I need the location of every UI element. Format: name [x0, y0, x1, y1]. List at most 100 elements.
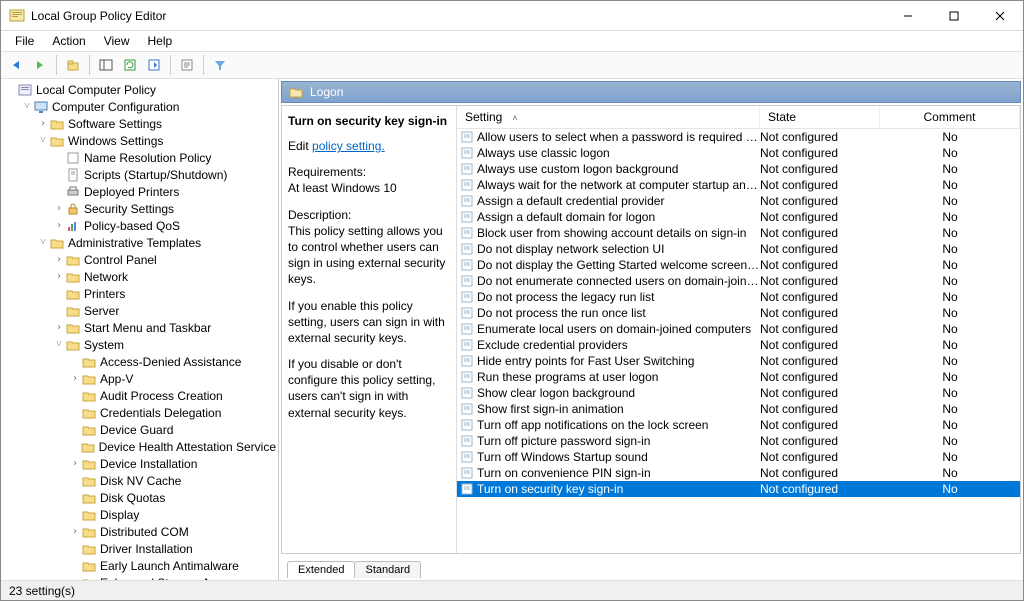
expand-icon[interactable]: › — [53, 203, 65, 214]
setting-row[interactable]: Block user from showing account details … — [457, 225, 1020, 241]
folder-icon — [65, 286, 81, 302]
show-hide-tree-button[interactable] — [95, 54, 117, 76]
policy-item-icon — [457, 403, 477, 415]
maximize-button[interactable] — [931, 1, 977, 31]
tree-system-item[interactable]: ›App-V — [67, 370, 278, 387]
tab-standard[interactable]: Standard — [354, 561, 421, 578]
up-button[interactable] — [62, 54, 84, 76]
folder-icon — [81, 558, 97, 574]
tree-admin-templates[interactable]: ˅Administrative Templates — [35, 234, 278, 251]
setting-row[interactable]: Always wait for the network at computer … — [457, 177, 1020, 193]
expand-icon[interactable]: › — [53, 322, 65, 333]
tree-root[interactable]: Local Computer Policy — [3, 81, 278, 98]
menu-view[interactable]: View — [96, 32, 138, 50]
menu-file[interactable]: File — [7, 32, 42, 50]
setting-row[interactable]: Do not process the run once listNot conf… — [457, 305, 1020, 321]
properties-button[interactable] — [176, 54, 198, 76]
tree-system-item[interactable]: ›Distributed COM — [67, 523, 278, 540]
expand-icon[interactable]: › — [53, 220, 65, 231]
tree-deployed-printers[interactable]: Deployed Printers — [51, 183, 278, 200]
expand-icon[interactable]: › — [53, 271, 65, 282]
tree-system-item[interactable]: Early Launch Antimalware — [67, 557, 278, 574]
expand-icon[interactable]: › — [69, 458, 81, 469]
setting-row[interactable]: Assign a default credential providerNot … — [457, 193, 1020, 209]
setting-row[interactable]: Show first sign-in animationNot configur… — [457, 401, 1020, 417]
setting-row[interactable]: Turn off app notifications on the lock s… — [457, 417, 1020, 433]
tree-network[interactable]: ›Network — [51, 268, 278, 285]
tree-software-settings[interactable]: ›Software Settings — [35, 115, 278, 132]
forward-button[interactable] — [29, 54, 51, 76]
setting-row[interactable]: Turn off picture password sign-inNot con… — [457, 433, 1020, 449]
back-button[interactable] — [5, 54, 27, 76]
tree-windows-settings[interactable]: ˅Windows Settings — [35, 132, 278, 149]
pane-header-title: Logon — [310, 85, 343, 99]
tree-server[interactable]: Server — [51, 302, 278, 319]
tree-system-item[interactable]: Credentials Delegation — [67, 404, 278, 421]
refresh-button[interactable] — [119, 54, 141, 76]
setting-row[interactable]: Always use classic logonNot configuredNo — [457, 145, 1020, 161]
collapse-icon[interactable]: ˅ — [37, 237, 49, 248]
tree-scripts[interactable]: Scripts (Startup/Shutdown) — [51, 166, 278, 183]
tree-system-item[interactable]: Disk Quotas — [67, 489, 278, 506]
setting-row[interactable]: Do not display the Getting Started welco… — [457, 257, 1020, 273]
tree-system-item[interactable]: Access-Denied Assistance — [67, 353, 278, 370]
menu-action[interactable]: Action — [44, 32, 93, 50]
tree-system[interactable]: ˅System — [51, 336, 278, 353]
expand-icon[interactable]: › — [69, 526, 81, 537]
col-state[interactable]: State — [760, 106, 880, 128]
setting-row[interactable]: Do not process the legacy run listNot co… — [457, 289, 1020, 305]
expand-icon[interactable]: › — [69, 373, 81, 384]
tree-system-item[interactable]: ›Device Installation — [67, 455, 278, 472]
export-list-button[interactable] — [143, 54, 165, 76]
filter-button[interactable] — [209, 54, 231, 76]
tree-system-item[interactable]: Display — [67, 506, 278, 523]
setting-row[interactable]: Turn on security key sign-inNot configur… — [457, 481, 1020, 497]
setting-row[interactable]: Always use custom logon backgroundNot co… — [457, 161, 1020, 177]
policy-item-icon — [65, 150, 81, 166]
col-setting[interactable]: Setting ˄ — [457, 106, 760, 128]
tree-security-settings[interactable]: ›Security Settings — [51, 200, 278, 217]
tree-computer-configuration[interactable]: ˅ Computer Configuration — [19, 98, 278, 115]
menu-help[interactable]: Help — [140, 32, 181, 50]
tree-startmenu[interactable]: ›Start Menu and Taskbar — [51, 319, 278, 336]
expand-icon[interactable]: › — [37, 118, 49, 129]
col-comment[interactable]: Comment — [880, 106, 1020, 128]
tree-system-item[interactable]: Audit Process Creation — [67, 387, 278, 404]
setting-row[interactable]: Allow users to select when a password is… — [457, 129, 1020, 145]
tree-control-panel[interactable]: ›Control Panel — [51, 251, 278, 268]
tree-qos[interactable]: ›Policy-based QoS — [51, 217, 278, 234]
setting-row[interactable]: Hide entry points for Fast User Switchin… — [457, 353, 1020, 369]
expand-icon[interactable]: › — [53, 254, 65, 265]
setting-row[interactable]: Turn off Windows Startup soundNot config… — [457, 449, 1020, 465]
tree-system-item[interactable]: Driver Installation — [67, 540, 278, 557]
collapse-icon[interactable]: ˅ — [21, 101, 33, 112]
collapse-icon[interactable]: ˅ — [53, 339, 65, 350]
setting-row[interactable]: Do not display network selection UINot c… — [457, 241, 1020, 257]
close-button[interactable] — [977, 1, 1023, 31]
minimize-button[interactable] — [885, 1, 931, 31]
setting-row[interactable]: Turn on convenience PIN sign-inNot confi… — [457, 465, 1020, 481]
tree-system-item[interactable]: Device Health Attestation Service — [67, 438, 278, 455]
setting-name: Show first sign-in animation — [477, 402, 760, 416]
setting-comment: No — [880, 354, 1020, 368]
setting-row[interactable]: Show clear logon backgroundNot configure… — [457, 385, 1020, 401]
tree-pane[interactable]: Local Computer Policy ˅ Computer Configu… — [1, 79, 279, 580]
settings-list[interactable]: Setting ˄ State Comment Allow users to s… — [457, 106, 1020, 553]
tree-system-item[interactable]: Disk NV Cache — [67, 472, 278, 489]
setting-row[interactable]: Exclude credential providersNot configur… — [457, 337, 1020, 353]
tree-printers[interactable]: Printers — [51, 285, 278, 302]
tree-label: Access-Denied Assistance — [100, 355, 241, 369]
setting-row[interactable]: Do not enumerate connected users on doma… — [457, 273, 1020, 289]
edit-policy-link[interactable]: policy setting. — [312, 139, 385, 153]
tree-system-item[interactable]: Device Guard — [67, 421, 278, 438]
tab-extended[interactable]: Extended — [287, 561, 355, 578]
policy-item-icon — [457, 259, 477, 271]
setting-row[interactable]: Run these programs at user logonNot conf… — [457, 369, 1020, 385]
setting-row[interactable]: Assign a default domain for logonNot con… — [457, 209, 1020, 225]
setting-comment: No — [880, 322, 1020, 336]
setting-row[interactable]: Enumerate local users on domain-joined c… — [457, 321, 1020, 337]
setting-state: Not configured — [760, 466, 880, 480]
tree-name-resolution[interactable]: Name Resolution Policy — [51, 149, 278, 166]
setting-state: Not configured — [760, 322, 880, 336]
collapse-icon[interactable]: ˅ — [37, 135, 49, 146]
